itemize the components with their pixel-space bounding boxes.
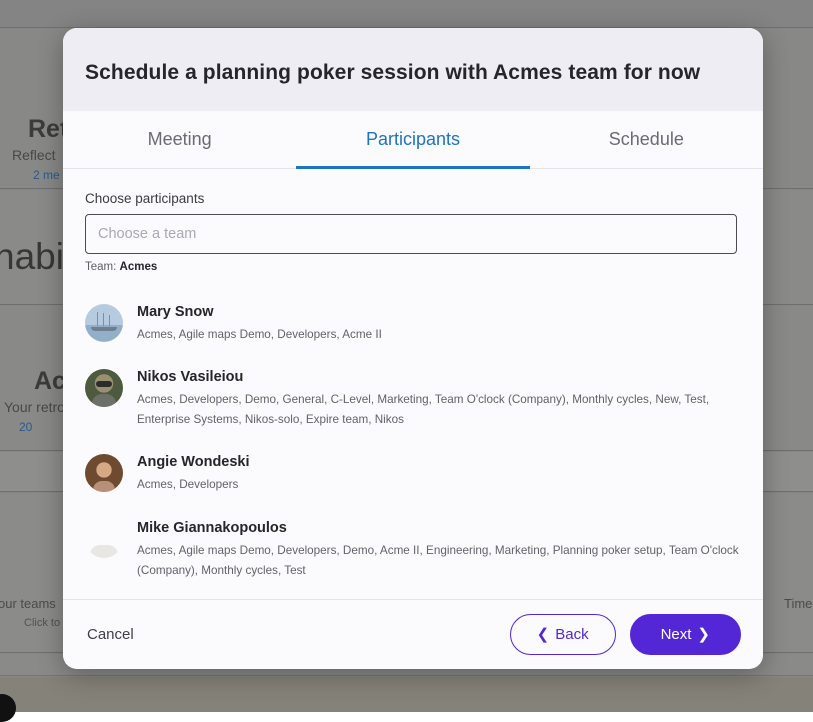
participant-name: Mike Giannakopoulos <box>137 520 741 536</box>
back-button[interactable]: ❮ Back <box>510 614 616 655</box>
participants-list: Mary Snow Acmes, Agile maps Demo, Develo… <box>85 294 741 595</box>
background-teams-text: our teams <box>0 596 56 611</box>
participant-name: Mary Snow <box>137 304 741 320</box>
tab-participants[interactable]: Participants <box>296 111 529 169</box>
modal-header: Schedule a planning poker session with A… <box>63 28 763 111</box>
list-item[interactable]: Nikos Vasileiou Acmes, Developers, Demo,… <box>85 359 741 444</box>
modal-body-scroll-area[interactable]: Choose participants Team: Acmes Mary Sno… <box>63 169 763 599</box>
avatar <box>85 304 123 342</box>
participant-teams: Acmes, Agile maps Demo, Developers, Acme… <box>137 325 741 345</box>
schedule-session-modal: Schedule a planning poker session with A… <box>63 28 763 669</box>
background-time-text: Time <box>784 596 812 611</box>
participant-teams: Acmes, Developers, Demo, General, C-Leve… <box>137 390 741 430</box>
participant-name: Angie Wondeski <box>137 454 741 470</box>
choose-participants-label: Choose participants <box>85 191 741 206</box>
footer-actions: ❮ Back Next ❯ <box>510 614 741 655</box>
back-button-label: Back <box>555 626 588 643</box>
avatar <box>85 369 123 407</box>
participant-name: Nikos Vasileiou <box>137 369 741 385</box>
participant-teams: Acmes, Developers <box>137 475 741 495</box>
page-title: Schedule a planning poker session with A… <box>85 61 741 85</box>
tab-meeting[interactable]: Meeting <box>63 111 296 169</box>
next-button[interactable]: Next ❯ <box>630 614 741 655</box>
chevron-right-icon: ❯ <box>697 627 710 642</box>
background-action-link[interactable]: 20 <box>19 420 32 434</box>
list-item[interactable]: Mike Giannakopoulos Acmes, Agile maps De… <box>85 510 741 595</box>
background-topbar <box>0 0 813 28</box>
background-action-subtitle: Your retro <box>4 399 65 415</box>
chevron-left-icon: ❮ <box>537 627 550 642</box>
team-search-input[interactable] <box>85 214 737 254</box>
modal-tabs: Meeting Participants Schedule <box>63 111 763 169</box>
background-footer <box>0 677 813 712</box>
modal-footer: Cancel ❮ Back Next ❯ <box>63 599 763 669</box>
background-retro-link[interactable]: 2 me <box>33 168 60 182</box>
background-retro-subtitle: Reflect <box>12 147 56 163</box>
background-action-title: Ac <box>34 367 66 396</box>
selected-team-value: Acmes <box>120 261 158 273</box>
participant-teams: Acmes, Agile maps Demo, Developers, Demo… <box>137 541 741 581</box>
next-button-label: Next <box>661 626 692 643</box>
cancel-button[interactable]: Cancel <box>85 620 136 649</box>
list-item[interactable]: Angie Wondeski Acmes, Developers <box>85 444 741 509</box>
avatar <box>85 520 123 558</box>
selected-team-note: Team: Acmes <box>85 261 741 273</box>
selected-team-prefix: Team: <box>85 261 120 273</box>
avatar <box>85 454 123 492</box>
list-item[interactable]: Mary Snow Acmes, Agile maps Demo, Develo… <box>85 294 741 359</box>
tab-schedule[interactable]: Schedule <box>530 111 763 169</box>
